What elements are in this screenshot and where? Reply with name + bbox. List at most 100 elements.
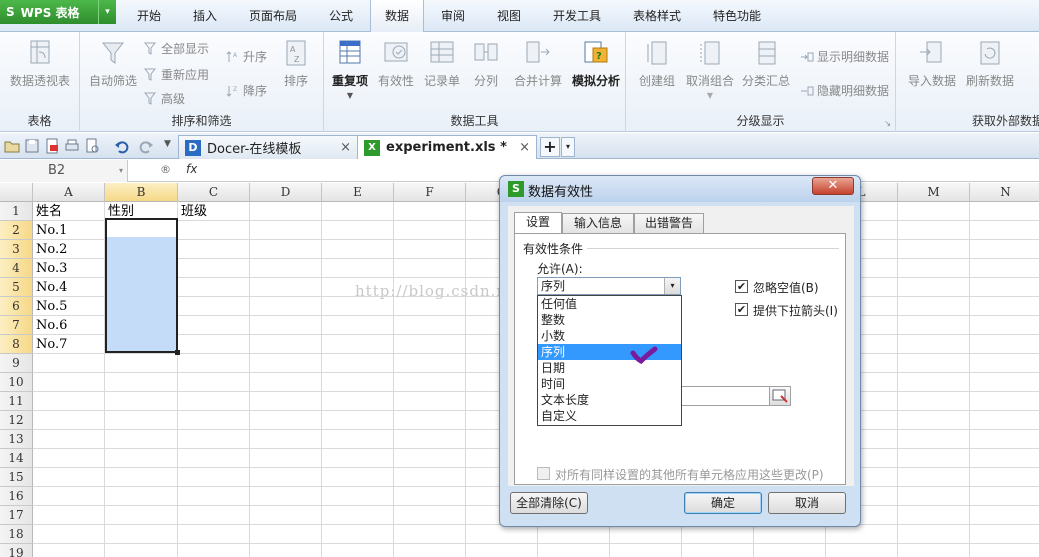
menu-developer-tools[interactable]: 开发工具 bbox=[542, 0, 612, 32]
row-header-12[interactable]: 12 bbox=[0, 411, 33, 430]
row-header-3[interactable]: 3 bbox=[0, 240, 33, 259]
source-input[interactable] bbox=[681, 386, 775, 406]
duplicates-button[interactable]: 重复项 ▼ bbox=[328, 38, 372, 100]
row-header-14[interactable]: 14 bbox=[0, 449, 33, 468]
open-folder-icon[interactable] bbox=[4, 138, 20, 154]
column-header-c[interactable]: C bbox=[178, 183, 250, 202]
name-box[interactable]: B2 ▾ bbox=[0, 160, 128, 182]
refresh-data-button[interactable]: 刷新数据 bbox=[962, 38, 1018, 89]
pivot-table-button[interactable]: 数据透视表 bbox=[6, 38, 74, 89]
column-header-n[interactable]: N bbox=[970, 183, 1039, 202]
name-box-dropdown-icon[interactable]: ▾ bbox=[119, 160, 123, 182]
row-header-15[interactable]: 15 bbox=[0, 468, 33, 487]
tab-list-dropdown-icon[interactable]: ▾ bbox=[561, 137, 575, 157]
menu-special-features[interactable]: 特色功能 bbox=[702, 0, 772, 32]
group-button[interactable]: 创建组 bbox=[632, 38, 682, 89]
validation-button[interactable]: 有效性 bbox=[374, 38, 418, 89]
import-data-button[interactable]: 导入数据 bbox=[902, 38, 962, 89]
print-icon[interactable] bbox=[64, 138, 80, 154]
hide-detail-button[interactable]: 隐藏明细数据 bbox=[800, 82, 889, 99]
tab-docer-close-icon[interactable]: × bbox=[340, 140, 351, 155]
menu-review[interactable]: 审阅 bbox=[430, 0, 476, 32]
in-cell-dropdown-checkbox[interactable]: ✔ bbox=[735, 303, 748, 316]
row-header-6[interactable]: 6 bbox=[0, 297, 33, 316]
dialog-close-button[interactable]: ✕ bbox=[812, 177, 854, 195]
dialog-title-bar[interactable]: S 数据有效性 ✕ bbox=[500, 176, 860, 202]
record-form-button[interactable]: 记录单 bbox=[420, 38, 464, 89]
option-decimal[interactable]: 小数 bbox=[538, 328, 681, 344]
show-all-button[interactable]: 全部显示 bbox=[144, 40, 209, 57]
quick-access-dropdown-icon[interactable]: ▼ bbox=[164, 139, 171, 149]
row-header-10[interactable]: 10 bbox=[0, 373, 33, 392]
auto-filter-button[interactable]: 自动筛选 bbox=[88, 38, 138, 89]
advanced-filter-button[interactable]: 高级 bbox=[144, 90, 185, 107]
fill-handle[interactable] bbox=[175, 350, 180, 355]
tab-experiment-xls[interactable]: X experiment.xls * × bbox=[357, 135, 537, 159]
allow-select[interactable]: 序列 ▾ bbox=[537, 277, 681, 295]
cell-a3[interactable]: No.2 bbox=[33, 240, 67, 259]
column-header-f[interactable]: F bbox=[394, 183, 466, 202]
row-header-2[interactable]: 2 bbox=[0, 221, 33, 240]
tab-settings[interactable]: 设置 bbox=[514, 212, 562, 234]
row-header-5[interactable]: 5 bbox=[0, 278, 33, 297]
apply-all-checkbox[interactable] bbox=[537, 467, 550, 480]
row-header-7[interactable]: 7 bbox=[0, 316, 33, 335]
cell-a2[interactable]: No.1 bbox=[33, 221, 67, 240]
subtotal-button[interactable]: 分类汇总 bbox=[738, 38, 794, 89]
row-header-18[interactable]: 18 bbox=[0, 525, 33, 544]
ungroup-button[interactable]: 取消组合 ▼ bbox=[684, 38, 736, 100]
redo-icon[interactable] bbox=[138, 138, 154, 154]
ok-button[interactable]: 确定 bbox=[684, 492, 762, 514]
print-preview-icon[interactable] bbox=[84, 138, 100, 154]
row-header-4[interactable]: 4 bbox=[0, 259, 33, 278]
export-pdf-icon[interactable] bbox=[44, 138, 60, 154]
option-any-value[interactable]: 任何值 bbox=[538, 296, 681, 312]
column-header-m[interactable]: M bbox=[898, 183, 970, 202]
cell-a7[interactable]: No.6 bbox=[33, 316, 67, 335]
menu-data[interactable]: 数据 bbox=[370, 0, 424, 32]
column-header-e[interactable]: E bbox=[322, 183, 394, 202]
tab-input-message[interactable]: 输入信息 bbox=[562, 213, 634, 233]
ignore-blank-checkbox[interactable]: ✔ bbox=[735, 280, 748, 293]
row-header-13[interactable]: 13 bbox=[0, 430, 33, 449]
save-icon[interactable] bbox=[24, 138, 40, 154]
selected-range-b2-b8[interactable] bbox=[105, 218, 180, 355]
show-detail-button[interactable]: 显示明细数据 bbox=[800, 48, 889, 65]
allow-dropdown-list[interactable]: 任何值 整数 小数 序列 日期 时间 文本长度 自定义 bbox=[537, 295, 682, 426]
tab-docer-templates[interactable]: D Docer-在线模板 × bbox=[178, 135, 358, 159]
row-header-1[interactable]: 1 bbox=[0, 202, 33, 221]
row-header-16[interactable]: 16 bbox=[0, 487, 33, 506]
row-header-17[interactable]: 17 bbox=[0, 506, 33, 525]
range-picker-button[interactable] bbox=[769, 386, 791, 406]
column-header-a[interactable]: A bbox=[33, 183, 105, 202]
cell-b1[interactable]: 性别 bbox=[105, 202, 134, 221]
sort-ascending-button[interactable]: A 升序 bbox=[226, 48, 267, 65]
cell-a6[interactable]: No.5 bbox=[33, 297, 67, 316]
menu-view[interactable]: 视图 bbox=[486, 0, 532, 32]
app-menu-button[interactable]: S WPS 表格 ▾ bbox=[0, 0, 116, 24]
insert-function-icon[interactable]: fx bbox=[186, 162, 197, 176]
menu-insert[interactable]: 插入 bbox=[180, 0, 230, 32]
select-all-corner[interactable] bbox=[0, 183, 33, 202]
tab-experiment-close-icon[interactable]: × bbox=[519, 140, 530, 155]
sort-descending-button[interactable]: Z 降序 bbox=[226, 82, 267, 99]
sort-button[interactable]: AZ 排序 bbox=[276, 38, 316, 89]
active-cell-b2[interactable] bbox=[107, 220, 176, 237]
column-header-d[interactable]: D bbox=[250, 183, 322, 202]
undo-icon[interactable] bbox=[114, 138, 130, 154]
row-header-19[interactable]: 19 bbox=[0, 544, 33, 557]
row-header-11[interactable]: 11 bbox=[0, 392, 33, 411]
reapply-button[interactable]: 重新应用 bbox=[144, 66, 209, 83]
menu-formula[interactable]: 公式 bbox=[316, 0, 366, 32]
menu-page-layout[interactable]: 页面布局 bbox=[238, 0, 308, 32]
column-header-b[interactable]: B bbox=[105, 183, 178, 202]
menu-start[interactable]: 开始 bbox=[124, 0, 174, 32]
option-whole-number[interactable]: 整数 bbox=[538, 312, 681, 328]
cell-a5[interactable]: No.4 bbox=[33, 278, 67, 297]
tab-error-alert[interactable]: 出错警告 bbox=[634, 213, 704, 233]
cell-a1[interactable]: 姓名 bbox=[33, 202, 62, 221]
consolidate-button[interactable]: 合并计算 bbox=[508, 38, 568, 89]
menu-table-style[interactable]: 表格样式 bbox=[624, 0, 690, 32]
new-tab-button[interactable]: + bbox=[540, 137, 560, 157]
option-time[interactable]: 时间 bbox=[538, 376, 681, 392]
